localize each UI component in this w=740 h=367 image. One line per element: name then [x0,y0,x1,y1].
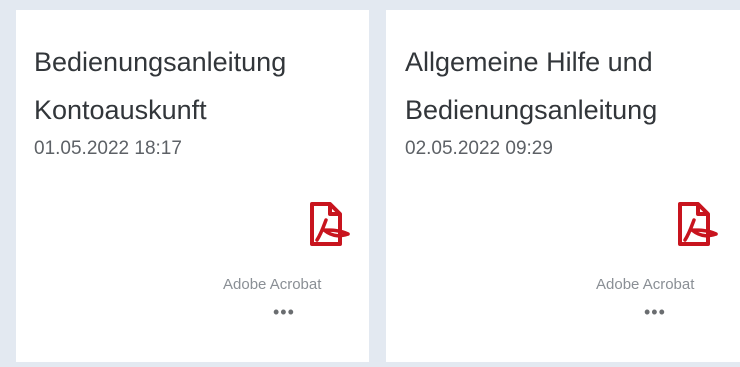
document-tile[interactable]: Allgemeine Hilfe und Bedienungsanleitung… [386,10,740,362]
tile-title: Allgemeine Hilfe und Bedienungsanleitung [405,38,657,134]
tile-title-line: Kontoauskunft [34,95,207,125]
more-options-button[interactable]: ••• [269,302,299,322]
document-tile-grid: Bedienungsanleitung Kontoauskunft 01.05.… [0,0,740,367]
app-label: Adobe Acrobat [596,276,695,293]
tile-title-line: Bedienungsanleitung [34,47,287,77]
tile-title-line: Bedienungsanleitung [405,95,658,125]
document-tile[interactable]: Bedienungsanleitung Kontoauskunft 01.05.… [16,10,369,362]
pdf-file-icon [288,192,352,256]
tile-date: 01.05.2022 18:17 [34,138,182,159]
tile-date: 02.05.2022 09:29 [405,138,553,159]
pdf-file-icon [656,192,720,256]
tile-title: Bedienungsanleitung Kontoauskunft [34,38,286,134]
more-options-button[interactable]: ••• [640,302,670,322]
app-label: Adobe Acrobat [223,276,322,293]
tile-title-line: Allgemeine Hilfe und [405,47,653,77]
